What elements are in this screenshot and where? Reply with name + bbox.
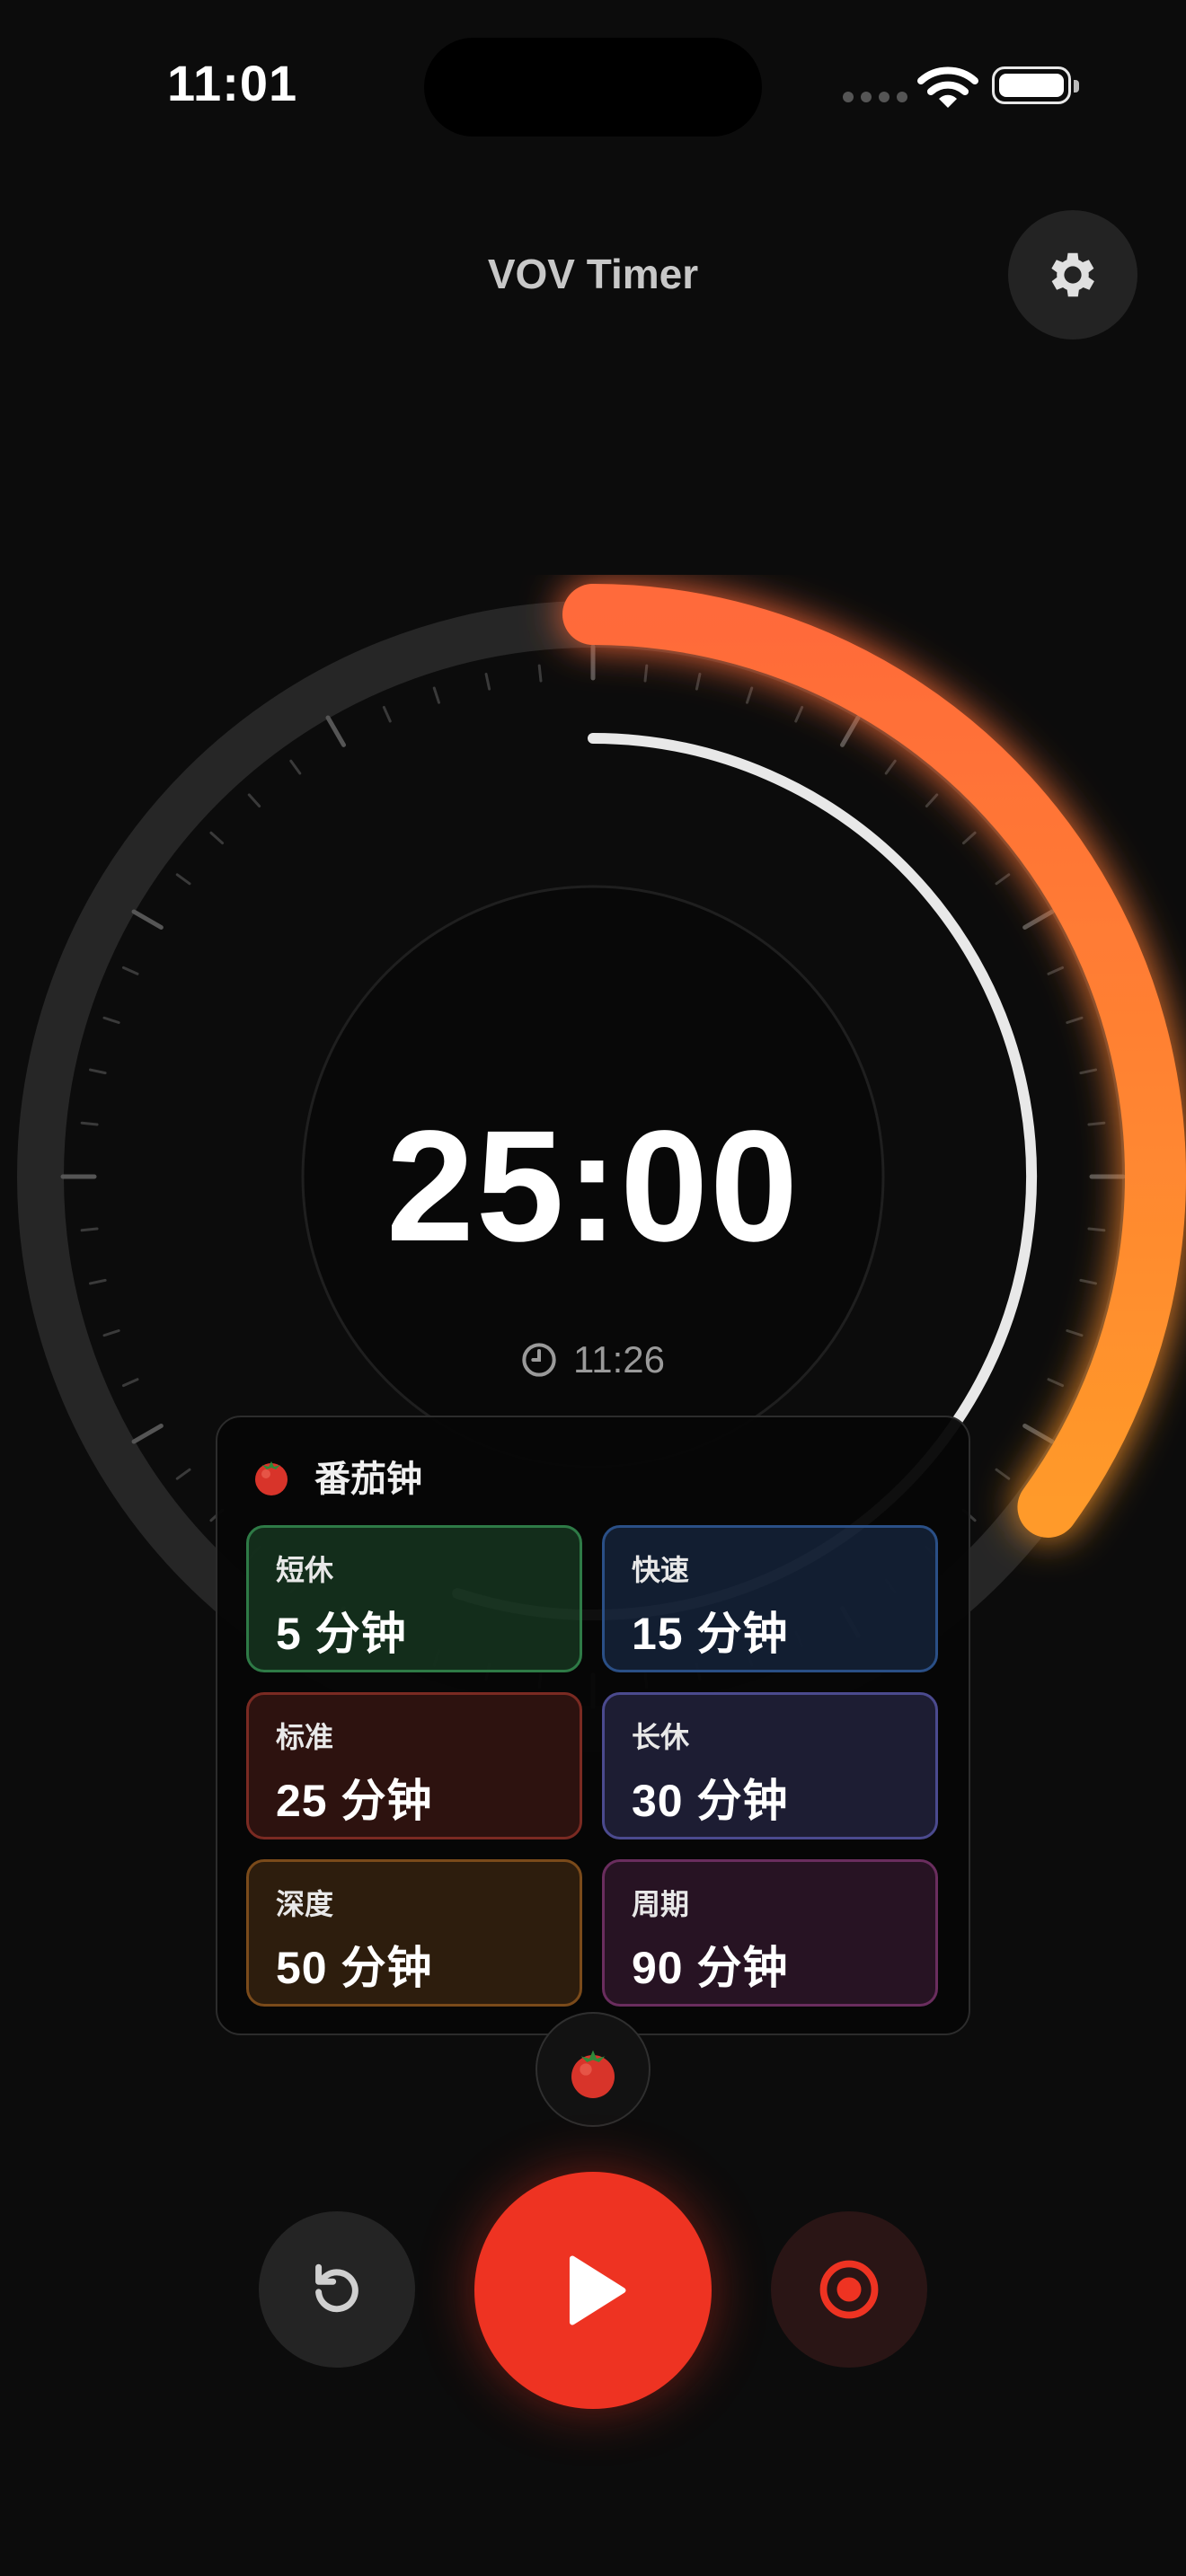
end-time: 11:26 (0, 1338, 1186, 1381)
dial-tick (209, 831, 225, 845)
gear-icon (1051, 252, 1094, 297)
dial-tick (131, 909, 164, 930)
dial-tick (961, 831, 977, 845)
preset-label: 快速 (632, 1554, 690, 1586)
dynamic-island (424, 38, 762, 137)
dial-tick (325, 715, 346, 747)
wifi-icon (917, 66, 978, 108)
end-time-label: 11:26 (573, 1338, 665, 1381)
preset-option[interactable]: 周期 90 分钟 (602, 1859, 938, 2007)
preset-option[interactable]: 深度 50 分钟 (246, 1859, 582, 2007)
preset-duration: 5 分钟 (276, 1609, 407, 1659)
preset-duration: 15 分钟 (632, 1609, 789, 1659)
status-time: 11:01 (167, 55, 298, 111)
dial-tick (695, 672, 702, 691)
dial-tick (131, 1424, 164, 1444)
countdown-display: 25:00 (385, 1098, 801, 1275)
dial-tick (1079, 1278, 1098, 1285)
dial-tick (537, 664, 543, 683)
play-icon (569, 2255, 626, 2325)
dial-tick (746, 686, 754, 704)
preset-panel: 番茄钟 短休 5 分钟 快速 15 分钟标准 25 分钟 长休 30 分钟深度 50 分钟 周期… (216, 1416, 970, 2035)
preset-label: 短休 (276, 1554, 334, 1586)
mode-button[interactable] (535, 2012, 651, 2127)
battery-icon (992, 66, 1079, 104)
preset-label: 深度 (276, 1888, 334, 1920)
preset-title: 番茄钟 (314, 1460, 422, 1499)
dial-tick (840, 715, 861, 747)
dial-tick (925, 793, 939, 808)
cellular-signal-icon (843, 92, 907, 102)
preset-option[interactable]: 长休 30 分钟 (602, 1692, 938, 1839)
dial-tick (884, 759, 897, 775)
dial-tick (1022, 1424, 1055, 1444)
dial-tick (995, 1468, 1011, 1480)
reset-icon (315, 2263, 358, 2313)
record-button[interactable] (771, 2211, 927, 2368)
tomato-icon (571, 2050, 615, 2098)
dial-tick (484, 672, 491, 691)
dial-tick (175, 1468, 191, 1480)
dial-tick (995, 873, 1011, 886)
dial-tick (432, 686, 440, 704)
preset-option[interactable]: 短休 5 分钟 (246, 1525, 582, 1672)
dial-tick (88, 1278, 107, 1285)
preset-header: 番茄钟 (250, 1450, 422, 1502)
preset-duration: 90 分钟 (632, 1943, 789, 1993)
dial-tick (102, 1016, 120, 1024)
dial-tick (794, 705, 804, 723)
dial-tick (643, 664, 649, 683)
preset-label: 长休 (632, 1721, 690, 1753)
preset-label: 标准 (276, 1721, 334, 1753)
dial-tick (1079, 1068, 1098, 1075)
dial-tick (1066, 1329, 1084, 1337)
dial-tick (382, 705, 392, 723)
play-button[interactable] (474, 2172, 712, 2409)
settings-button[interactable] (1008, 210, 1137, 340)
clock-icon (522, 1343, 556, 1377)
dial-tick (289, 759, 302, 775)
reset-button[interactable] (259, 2211, 415, 2368)
preset-duration: 50 分钟 (276, 1943, 433, 1993)
preset-duration: 30 分钟 (632, 1776, 789, 1826)
dial-tick (88, 1068, 107, 1075)
dial-tick (102, 1329, 120, 1337)
dial-tick (175, 873, 191, 886)
tomato-icon (255, 1461, 288, 1495)
record-icon (819, 2260, 879, 2319)
dial-tick (247, 793, 261, 808)
dial-tick (1066, 1016, 1084, 1024)
dial-tick (1047, 966, 1065, 975)
dial-tick (121, 966, 139, 975)
preset-label: 周期 (632, 1888, 690, 1920)
preset-duration: 25 分钟 (276, 1776, 433, 1826)
preset-option[interactable]: 标准 25 分钟 (246, 1692, 582, 1839)
dial-tick (1022, 909, 1055, 930)
preset-option[interactable]: 快速 15 分钟 (602, 1525, 938, 1672)
